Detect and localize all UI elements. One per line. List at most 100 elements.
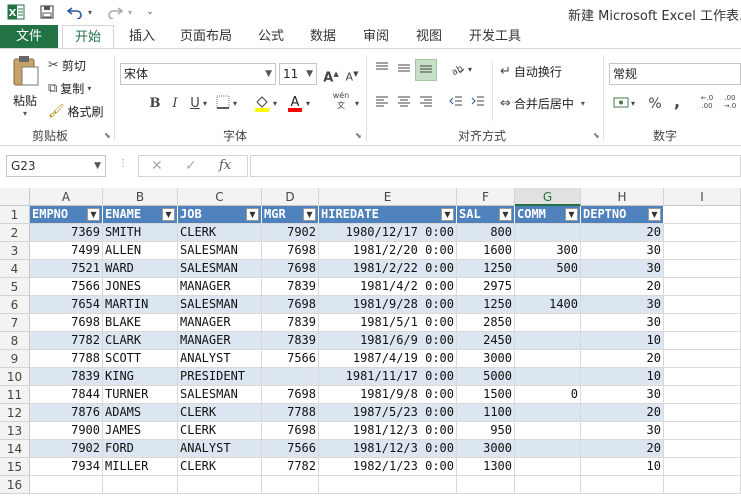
column-header-h[interactable]: H (581, 188, 664, 206)
cell[interactable]: 7369 (30, 224, 103, 242)
cell[interactable]: 1981/12/3 0:00 (319, 440, 457, 458)
filter-dropdown-icon[interactable]: ▼ (162, 208, 175, 221)
cell[interactable]: 300 (515, 242, 581, 260)
align-bottom-icon[interactable] (415, 59, 437, 81)
phonetic-guide-icon[interactable]: wén 文 (328, 91, 354, 110)
table-header-cell[interactable]: ENAME ▼ (103, 206, 178, 224)
cell[interactable]: 1980/12/17 0:00 (319, 224, 457, 242)
cell[interactable] (664, 422, 741, 440)
filter-dropdown-icon[interactable]: ▼ (246, 208, 259, 221)
column-header-e[interactable]: E (319, 188, 457, 206)
accounting-dropdown-icon[interactable]: ▾ (628, 95, 638, 113)
customize-toolbar-icon[interactable]: ⌄ (144, 3, 156, 21)
phonetic-dropdown-icon[interactable]: ▾ (352, 95, 362, 113)
cell[interactable]: 500 (515, 260, 581, 278)
cell[interactable]: 950 (457, 422, 515, 440)
table-header-cell[interactable]: DEPTNO ▼ (581, 206, 664, 224)
tab-page-layout[interactable]: 页面布局 (176, 25, 236, 49)
filter-dropdown-icon[interactable]: ▼ (441, 208, 454, 221)
cell[interactable]: 10 (581, 458, 664, 476)
filter-dropdown-icon[interactable]: ▼ (87, 208, 100, 221)
table-header-cell[interactable]: EMPNO ▼ (30, 206, 103, 224)
row-header-7[interactable]: 7 (0, 314, 30, 332)
cell[interactable]: TURNER (103, 386, 178, 404)
cell[interactable]: 2975 (457, 278, 515, 296)
cell[interactable]: 7698 (262, 260, 319, 278)
cell[interactable]: 1600 (457, 242, 515, 260)
cell[interactable]: 7782 (30, 332, 103, 350)
cell[interactable]: 7876 (30, 404, 103, 422)
paste-button[interactable]: 粘贴 ▾ (6, 55, 44, 121)
cell[interactable]: 30 (581, 386, 664, 404)
cell[interactable]: 20 (581, 224, 664, 242)
tab-home[interactable]: 开始 (62, 25, 114, 49)
cell[interactable] (664, 260, 741, 278)
cell[interactable] (664, 224, 741, 242)
cell[interactable]: 7902 (30, 440, 103, 458)
cell[interactable] (178, 476, 262, 494)
cell[interactable]: 1981/5/1 0:00 (319, 314, 457, 332)
cancel-icon[interactable]: ✕ (151, 158, 163, 174)
cell[interactable]: 1500 (457, 386, 515, 404)
select-all-button[interactable] (0, 188, 30, 206)
table-header-cell[interactable]: MGR ▼ (262, 206, 319, 224)
row-header-8[interactable]: 8 (0, 332, 30, 350)
cell[interactable]: 7844 (30, 386, 103, 404)
cell[interactable]: 7788 (262, 404, 319, 422)
cell[interactable]: 20 (581, 278, 664, 296)
tab-file[interactable]: 文件 (0, 25, 58, 49)
row-header-9[interactable]: 9 (0, 350, 30, 368)
cell[interactable]: 1981/6/9 0:00 (319, 332, 457, 350)
align-top-icon[interactable] (373, 61, 391, 79)
enter-icon[interactable]: ✓ (185, 158, 197, 174)
font-name-select[interactable]: 宋体 ▼ (120, 63, 276, 85)
cell[interactable]: 10 (581, 368, 664, 386)
cell[interactable] (30, 476, 103, 494)
italic-button[interactable]: I (166, 95, 184, 113)
bold-button[interactable]: B (146, 95, 164, 113)
cell[interactable]: 0 (515, 386, 581, 404)
cell[interactable]: 30 (581, 242, 664, 260)
fill-color-dropdown-icon[interactable]: ▾ (270, 95, 280, 113)
percent-style-button[interactable]: % (646, 95, 664, 113)
cell[interactable]: 30 (581, 422, 664, 440)
cell[interactable]: 7521 (30, 260, 103, 278)
cell[interactable]: 1981/12/3 0:00 (319, 422, 457, 440)
merge-center-button[interactable]: ⇔ 合并后居中 ▾ (500, 95, 585, 112)
cell[interactable]: 1981/11/17 0:00 (319, 368, 457, 386)
undo-dropdown-icon[interactable]: ▾ (85, 3, 95, 21)
cell[interactable]: 7499 (30, 242, 103, 260)
cell[interactable]: 7654 (30, 296, 103, 314)
orientation-dropdown-icon[interactable]: ▾ (465, 61, 475, 79)
cell[interactable]: 2850 (457, 314, 515, 332)
orientation-icon[interactable]: ab (448, 61, 466, 79)
cell[interactable]: SCOTT (103, 350, 178, 368)
cell[interactable] (515, 422, 581, 440)
cell[interactable]: JAMES (103, 422, 178, 440)
cell[interactable] (664, 350, 741, 368)
column-header-b[interactable]: B (103, 188, 178, 206)
cell[interactable] (664, 332, 741, 350)
table-header-cell[interactable]: HIREDATE ▼ (319, 206, 457, 224)
undo-icon[interactable] (66, 3, 84, 21)
cell[interactable]: 5000 (457, 368, 515, 386)
cell[interactable] (262, 476, 319, 494)
cell[interactable] (515, 314, 581, 332)
cell[interactable] (319, 476, 457, 494)
font-launcher-icon[interactable]: ⬊ (355, 131, 362, 140)
cell[interactable]: SMITH (103, 224, 178, 242)
cell[interactable]: 10 (581, 332, 664, 350)
cell[interactable] (664, 404, 741, 422)
cell[interactable]: 1100 (457, 404, 515, 422)
cell[interactable]: MANAGER (178, 314, 262, 332)
tab-developer[interactable]: 开发工具 (465, 25, 525, 49)
comma-style-button[interactable]: , (668, 93, 686, 111)
table-header-cell[interactable]: COMM ▼ (515, 206, 581, 224)
name-box[interactable]: G23 ▼ (6, 155, 106, 177)
row-header-5[interactable]: 5 (0, 278, 30, 296)
save-icon[interactable] (37, 3, 57, 21)
row-header-15[interactable]: 15 (0, 458, 30, 476)
cell[interactable]: 20 (581, 404, 664, 422)
column-header-f[interactable]: F (457, 188, 515, 206)
increase-indent-icon[interactable] (469, 95, 487, 113)
